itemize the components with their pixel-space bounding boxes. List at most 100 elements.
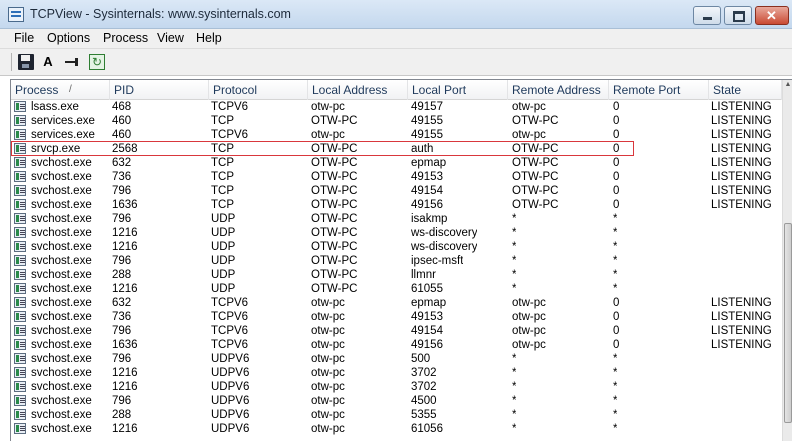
column-header-local-port[interactable]: Local Port [408, 80, 508, 100]
cell-remote-port: * [613, 269, 618, 281]
process-icon [14, 171, 26, 182]
cell-protocol: UDP [211, 255, 236, 267]
cell-local-port: ipsec-msft [411, 255, 464, 267]
cell-remote-address: * [512, 241, 517, 253]
process-icon [14, 101, 26, 112]
cell-protocol: UDPV6 [211, 409, 250, 421]
column-header-remote-address[interactable]: Remote Address [508, 80, 609, 100]
table-row[interactable]: svchost.exe 796 UDPV6 otw-pc 4500 * * [11, 394, 782, 408]
tcpview-app-icon[interactable] [8, 7, 24, 22]
cell-process: svchost.exe [31, 255, 92, 267]
table-row[interactable]: svchost.exe 1216 UDPV6 otw-pc 3702 * * [11, 366, 782, 380]
cell-local-address: OTW-PC [311, 115, 358, 127]
menu-file[interactable]: File [14, 31, 34, 45]
cell-process: svchost.exe [31, 157, 92, 169]
table-row[interactable]: svchost.exe 288 UDPV6 otw-pc 5355 * * [11, 408, 782, 422]
cell-pid: 632 [112, 157, 132, 169]
table-row[interactable]: svchost.exe 796 UDP OTW-PC isakmp * * [11, 212, 782, 226]
process-icon [14, 297, 26, 308]
scrollbar-thumb[interactable] [784, 223, 792, 423]
table-row[interactable]: services.exe 460 TCP OTW-PC 49155 OTW-PC 0 LIST… [11, 114, 782, 128]
table-row[interactable]: svchost.exe 796 TCP OTW-PC 49154 OTW-PC 0 LISTE… [11, 184, 782, 198]
cell-pid: 796 [112, 395, 132, 407]
connections-table[interactable]: Process / PID Protocol Local Address Loca… [10, 79, 792, 441]
cell-local-address: OTW-PC [311, 213, 358, 225]
cell-process: svchost.exe [31, 241, 92, 253]
menu-help[interactable]: Help [196, 31, 222, 45]
cell-remote-address: OTW-PC [512, 185, 559, 197]
cell-pid: 1216 [112, 227, 138, 239]
cell-local-address: otw-pc [311, 367, 345, 379]
cell-remote-port: * [613, 241, 618, 253]
menu-options[interactable]: Options [47, 31, 90, 45]
cell-remote-address: * [512, 227, 517, 239]
scroll-up-icon[interactable]: ▲ [783, 81, 792, 93]
cell-pid: 796 [112, 325, 132, 337]
table-row[interactable]: svchost.exe 736 TCPV6 otw-pc 49153 otw-pc 0 LIS… [11, 310, 782, 324]
cell-local-port: 61055 [411, 283, 443, 295]
title-bar[interactable]: TCPView - Sysinternals: www.sysinternals… [0, 0, 792, 29]
cell-process: svchost.exe [31, 423, 92, 435]
table-row[interactable]: svchost.exe 796 TCPV6 otw-pc 49154 otw-pc 0 LIS… [11, 324, 782, 338]
table-row[interactable]: svchost.exe 1216 UDPV6 otw-pc 61056 * * [11, 422, 782, 436]
cell-local-port: 61056 [411, 423, 443, 435]
cell-remote-port: 0 [613, 129, 620, 141]
table-row[interactable]: svchost.exe 1216 UDP OTW-PC ws-discovery * * [11, 240, 782, 254]
close-button[interactable] [755, 6, 789, 25]
cell-local-address: OTW-PC [311, 241, 358, 253]
table-row[interactable]: svchost.exe 796 UDP OTW-PC ipsec-msft * * [11, 254, 782, 268]
cell-remote-port: 0 [613, 157, 620, 169]
column-header-protocol[interactable]: Protocol [209, 80, 308, 100]
cell-local-port: 49156 [411, 339, 443, 351]
cell-process: svchost.exe [31, 325, 92, 337]
vertical-scrollbar[interactable]: ▲ [782, 80, 792, 441]
table-row[interactable]: svchost.exe 1636 TCP OTW-PC 49156 OTW-PC 0 LIST… [11, 198, 782, 212]
table-row[interactable]: svchost.exe 796 UDPV6 otw-pc 500 * * [11, 352, 782, 366]
table-row[interactable]: svchost.exe 1216 UDPV6 otw-pc 3702 * * [11, 380, 782, 394]
cell-remote-address: otw-pc [512, 339, 546, 351]
cell-pid: 796 [112, 185, 132, 197]
cell-local-port: epmap [411, 297, 447, 309]
table-row[interactable]: services.exe 460 TCPV6 otw-pc 49155 otw-pc 0 LI… [11, 128, 782, 142]
font-icon[interactable]: A [40, 54, 56, 70]
cell-remote-address: OTW-PC [512, 199, 559, 211]
table-row[interactable]: lsass.exe 468 TCPV6 otw-pc 49157 otw-pc 0 LISTE… [11, 100, 782, 114]
column-header-remote-port[interactable]: Remote Port [609, 80, 709, 100]
save-icon[interactable] [18, 54, 34, 70]
cell-local-address: otw-pc [311, 297, 345, 309]
cell-state: LISTENING [711, 115, 772, 127]
cell-protocol: TCP [211, 199, 234, 211]
cell-remote-address: otw-pc [512, 311, 546, 323]
cell-remote-port: * [613, 213, 618, 225]
table-row[interactable]: svchost.exe 736 TCP OTW-PC 49153 OTW-PC 0 LISTE… [11, 170, 782, 184]
cell-remote-port: 0 [613, 325, 620, 337]
cell-process: svchost.exe [31, 339, 92, 351]
menu-process[interactable]: Process [103, 31, 148, 45]
table-row[interactable]: svchost.exe 288 UDP OTW-PC llmnr * * [11, 268, 782, 282]
column-header-state[interactable]: State [709, 80, 782, 100]
column-header-pid[interactable]: PID [110, 80, 209, 100]
menu-view[interactable]: View [157, 31, 184, 45]
refresh-icon[interactable]: ↻ [89, 54, 105, 70]
process-icon [14, 115, 26, 126]
table-row[interactable]: svchost.exe 1216 UDP OTW-PC ws-discovery * * [11, 226, 782, 240]
table-row[interactable]: svchost.exe 1216 UDP OTW-PC 61055 * * [11, 282, 782, 296]
cell-state: LISTENING [711, 325, 772, 337]
table-row[interactable]: svchost.exe 632 TCP OTW-PC epmap OTW-PC 0 LISTE… [11, 156, 782, 170]
table-row[interactable]: svchost.exe 1636 TCPV6 otw-pc 49156 otw-pc 0 LI… [11, 338, 782, 352]
cell-remote-port: * [613, 381, 618, 393]
cell-local-address: otw-pc [311, 339, 345, 351]
table-row[interactable]: svchost.exe 632 TCPV6 otw-pc epmap otw-pc 0 LIS… [11, 296, 782, 310]
process-icon [14, 199, 26, 210]
maximize-button[interactable] [724, 6, 752, 25]
cell-remote-port: * [613, 367, 618, 379]
column-header-process[interactable]: Process / [11, 80, 110, 100]
pin-icon[interactable] [64, 54, 80, 70]
cell-local-port: isakmp [411, 213, 448, 225]
cell-local-address: otw-pc [311, 423, 345, 435]
process-icon [14, 339, 26, 350]
cell-remote-port: 0 [613, 311, 620, 323]
column-header-local-address[interactable]: Local Address [308, 80, 408, 100]
cell-local-address: OTW-PC [311, 283, 358, 295]
minimize-button[interactable] [693, 6, 721, 25]
